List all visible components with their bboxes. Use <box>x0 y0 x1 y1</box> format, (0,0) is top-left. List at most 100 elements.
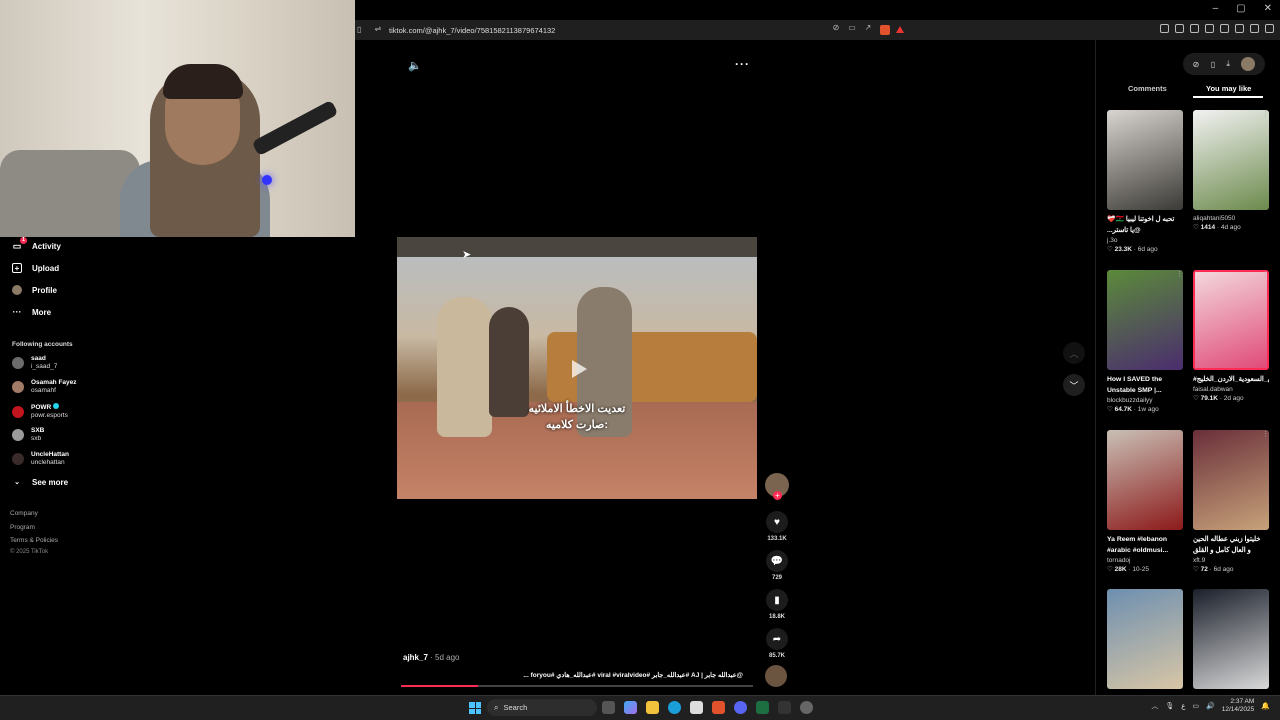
extensions-icon[interactable] <box>1160 24 1169 33</box>
nav-profile[interactable]: Profile <box>12 285 57 295</box>
copilot-icon[interactable] <box>624 701 637 714</box>
wallet-icon[interactable] <box>1175 24 1184 33</box>
tab-you-may-like[interactable]: You may like <box>1206 84 1251 93</box>
my-avatar[interactable] <box>1241 57 1256 71</box>
nav-upload[interactable]: + Upload <box>12 263 59 273</box>
network-icon[interactable]: ▭ <box>1192 702 1199 710</box>
video-thumbnail[interactable] <box>1193 110 1269 210</box>
url-text[interactable]: tiktok.com/@ajhk_7/video/758158211387967… <box>389 26 555 35</box>
windows-start-icon[interactable] <box>469 702 481 714</box>
card-title[interactable]: Ya Reem #lebanon #arabic #oldmusi... <box>1107 534 1183 556</box>
vpn-icon[interactable] <box>1235 24 1244 33</box>
following-account-saad[interactable]: saad i_saad_7 <box>12 355 57 371</box>
media-icon[interactable] <box>1190 24 1199 33</box>
tab-search-icon[interactable] <box>1220 24 1229 33</box>
share-button[interactable]: ➦ 85.7K <box>763 628 791 659</box>
address-bar[interactable]: ▯ ⇌ tiktok.com/@ajhk_7/video/75815821138… <box>355 20 1280 40</box>
video-thumbnail[interactable] <box>1193 270 1269 370</box>
recommended-video-card[interactable]: خليتوا زبني عطاله الحين و العال كامل و ا… <box>1193 430 1269 575</box>
comment-button[interactable]: 💬 729 <box>763 550 791 581</box>
follow-plus-icon[interactable]: + <box>773 491 782 500</box>
menu-icon[interactable] <box>1265 24 1274 33</box>
language-icon[interactable]: ع <box>1181 702 1185 710</box>
share-icon[interactable]: ↗ <box>864 24 872 32</box>
tab-comments[interactable]: Comments <box>1128 84 1167 93</box>
video-thumbnail[interactable] <box>1107 430 1183 530</box>
edge-icon[interactable] <box>668 701 681 714</box>
recommended-video-card[interactable]: ⋮ aliqahtani5050 ♡ 1414 · 4d ago <box>1193 110 1269 233</box>
maximize-button[interactable]: ▢ <box>1236 3 1245 14</box>
notifications-icon[interactable]: 🔔 <box>1261 702 1270 710</box>
brave-shields-icon[interactable] <box>880 25 890 35</box>
music-disc[interactable] <box>765 665 787 687</box>
discord-icon[interactable] <box>734 701 747 714</box>
shield-icon[interactable] <box>1250 24 1259 33</box>
video-thumbnail[interactable] <box>1193 589 1269 689</box>
bookmark-icon[interactable]: ▯ <box>357 25 361 34</box>
card-user[interactable]: blockbuzzdailyy <box>1107 396 1183 405</box>
card-more-icon[interactable]: ⋮ <box>1176 110 1183 118</box>
next-video-button[interactable]: ﹀ <box>1063 374 1085 396</box>
card-more-icon[interactable]: ⋮ <box>1262 270 1269 278</box>
previous-video-button[interactable]: ︿ <box>1063 342 1085 364</box>
cast-icon[interactable]: ▭ <box>848 24 856 32</box>
video-player[interactable]: تعديت الاخطأ الاملائيه صارت كلاميه: <box>397 237 757 499</box>
store-icon[interactable] <box>690 701 703 714</box>
card-title[interactable]: #العراق_السعودية_الاردن_الخليج <box>1193 374 1269 385</box>
recommended-video-card[interactable] <box>1193 589 1269 689</box>
following-account-osamah[interactable]: Osamah Fayez osamahf <box>12 379 77 395</box>
microphone-icon[interactable]: 🎙 <box>1165 702 1174 710</box>
following-account-powr[interactable]: POWR powr.esports <box>12 403 68 420</box>
card-more-icon[interactable]: ⋮ <box>1262 110 1269 118</box>
card-title[interactable]: How I SAVED the Unstable SMP |... <box>1107 374 1183 396</box>
media-blocked-icon[interactable]: ⊘ <box>832 24 840 32</box>
clock[interactable]: 2:37 AM 12/14/2025 <box>1222 698 1255 714</box>
site-info-icon[interactable]: ⇌ <box>374 25 382 33</box>
save-button[interactable]: ▮ 18.8K <box>763 589 791 620</box>
minimize-button[interactable]: – <box>1213 3 1219 14</box>
device-icon[interactable]: ▯ <box>1211 60 1215 69</box>
footer-company-link[interactable]: Company <box>10 510 38 517</box>
footer-program-link[interactable]: Program <box>10 524 35 531</box>
card-more-icon[interactable]: ⋮ <box>1176 430 1183 438</box>
recommended-video-card[interactable]: How I SAVED the Unstable SMP |... ⋮ blockb… <box>1107 270 1183 415</box>
sidebar-icon[interactable] <box>1205 24 1214 33</box>
video-progress-bar[interactable] <box>401 685 753 687</box>
following-account-sxb[interactable]: SXB sxb <box>12 427 44 443</box>
card-user[interactable]: aliqahtani5050 <box>1193 214 1269 223</box>
card-title[interactable]: خليتوا زبني عطاله الحين و العال كامل و ا… <box>1193 534 1269 556</box>
play-icon[interactable] <box>572 360 587 378</box>
close-window-button[interactable]: ✕ <box>1264 3 1272 14</box>
task-view-icon[interactable] <box>602 701 615 714</box>
recommended-video-card[interactable]: Ya Reem #lebanon #arabic #oldmusi... ⋮ tor… <box>1107 430 1183 575</box>
card-user[interactable]: tornadoj <box>1107 556 1183 565</box>
video-thumbnail[interactable] <box>1107 270 1183 370</box>
excel-icon[interactable] <box>756 701 769 714</box>
video-thumbnail[interactable] <box>1107 110 1183 210</box>
taskbar-search[interactable]: ⌕ Search <box>487 699 597 716</box>
brave-rewards-icon[interactable] <box>896 26 904 33</box>
card-more-icon[interactable]: ⋮ <box>1176 270 1183 278</box>
volume-icon[interactable]: 🔈 <box>408 59 422 72</box>
nav-more[interactable]: ··· More <box>12 307 52 317</box>
video-author[interactable]: ajhk_7 · 5d ago <box>403 653 460 662</box>
compass-icon[interactable]: ⊘ <box>1193 60 1200 69</box>
speaker-icon[interactable]: 🔊 <box>1206 702 1215 710</box>
brave-icon[interactable] <box>712 701 725 714</box>
recommended-video-card[interactable] <box>1107 589 1183 689</box>
video-thumbnail[interactable] <box>1107 589 1183 689</box>
chevron-up-icon[interactable]: ︿ <box>1151 701 1158 711</box>
recommended-video-card[interactable]: #العراق_السعودية_الاردن_الخليج ⋮ faisal.da… <box>1193 270 1269 404</box>
nav-activity[interactable]: ▭ 1 Activity <box>12 237 61 251</box>
recommended-video-card[interactable]: ‫تحبه ل اخوتنا ليبيا 🇱🇾❤️‍🩹 @يا تاستر...… <box>1107 110 1183 255</box>
more-options-icon[interactable]: ··· <box>735 57 750 71</box>
card-user[interactable]: xft.9 <box>1193 556 1269 565</box>
card-user[interactable]: j.3o <box>1107 236 1183 245</box>
author-handle[interactable]: ajhk_7 <box>403 653 428 662</box>
obs-icon[interactable] <box>800 701 813 714</box>
file-explorer-icon[interactable] <box>646 701 659 714</box>
following-account-unclehattan[interactable]: UncleHattan unclehattan <box>12 451 69 467</box>
see-more-button[interactable]: ⌄ See more <box>12 477 68 487</box>
footer-terms-link[interactable]: Terms & Policies <box>10 537 58 544</box>
like-button[interactable]: ♥ 133.1K <box>763 511 791 542</box>
